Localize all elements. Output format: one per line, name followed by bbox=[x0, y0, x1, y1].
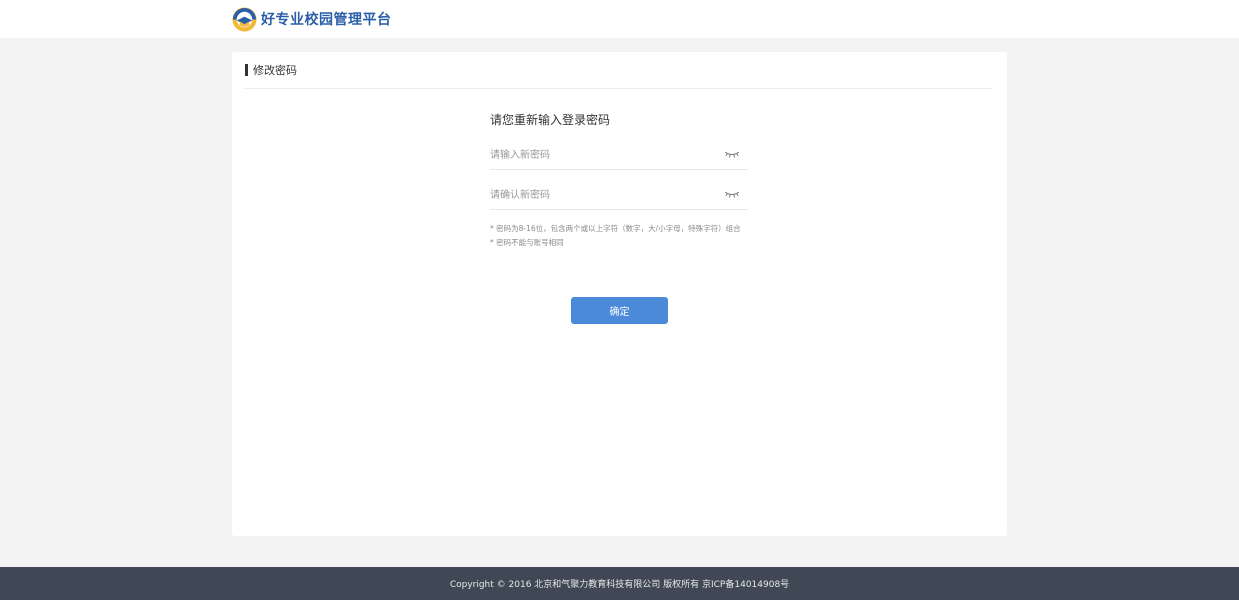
confirm-password-field bbox=[490, 182, 748, 210]
top-bar: 好专业校园管理平台 bbox=[0, 0, 1239, 38]
logo[interactable]: 好专业校园管理平台 bbox=[232, 6, 392, 32]
card-header: 修改密码 bbox=[244, 52, 992, 89]
password-rule: * 密码为8-16位，包含两个或以上字符（数字，大/小字母，特殊字符）组合 bbox=[490, 224, 741, 233]
new-password-field bbox=[490, 142, 748, 170]
password-rules: * 密码为8-16位，包含两个或以上字符（数字，大/小字母，特殊字符）组合 * … bbox=[490, 222, 748, 250]
title-accent-bar bbox=[245, 64, 248, 76]
change-password-card: 修改密码 请您重新输入登录密码 * 密码为8-16位，包含两个或以上字符（数字，… bbox=[232, 52, 1007, 536]
confirm-button[interactable]: 确定 bbox=[571, 297, 668, 324]
new-password-input[interactable] bbox=[490, 142, 715, 169]
form-heading: 请您重新输入登录密码 bbox=[490, 113, 611, 127]
confirm-password-input[interactable] bbox=[490, 182, 715, 209]
platform-name: 好专业校园管理平台 bbox=[261, 12, 392, 28]
page-title: 修改密码 bbox=[253, 64, 297, 77]
copyright-text: Copyright © 2016 北京和气聚力教育科技有限公司 版权所有 京IC… bbox=[449, 580, 790, 590]
school-logo-icon bbox=[232, 6, 257, 32]
eye-closed-icon[interactable] bbox=[724, 150, 740, 158]
password-rule: * 密码不能与账号相同 bbox=[490, 238, 564, 247]
footer: Copyright © 2016 北京和气聚力教育科技有限公司 版权所有 京IC… bbox=[0, 567, 1239, 600]
password-form: 请您重新输入登录密码 * 密码为8-16位，包含两个或以上字符（数字，大/小字母… bbox=[490, 112, 748, 250]
eye-closed-icon[interactable] bbox=[724, 190, 740, 198]
